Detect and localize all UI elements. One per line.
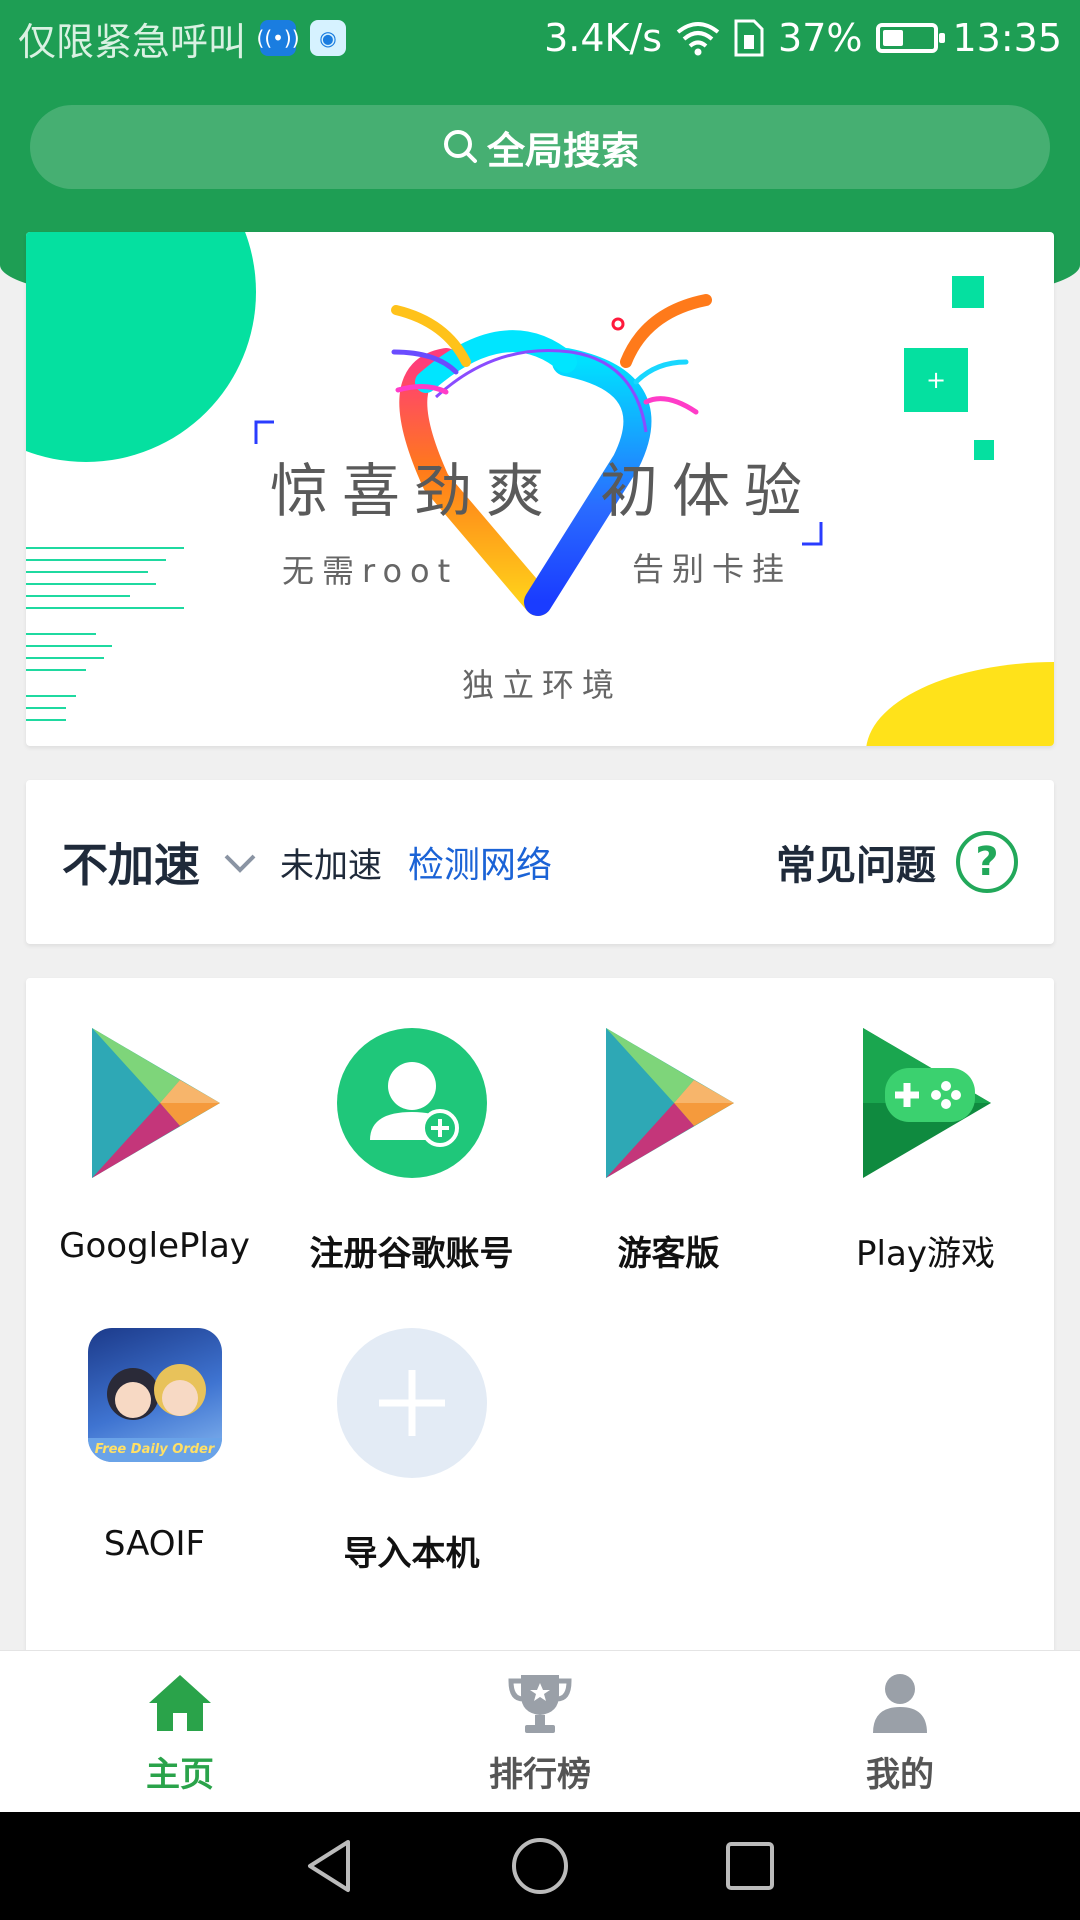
app-tile-saoif[interactable]: Free Daily Order SAOIF <box>26 1328 283 1564</box>
network-speed: 3.4K/s <box>544 16 663 60</box>
status-bar: 仅限紧急呼叫 ((•)) ◉ 3.4K/s 37% 13:35 <box>0 0 1080 76</box>
battery-percent: 37% <box>778 16 863 60</box>
app-label: 游客版 <box>617 1234 720 1274</box>
add-icon <box>336 1328 487 1478</box>
saoif-app-icon: Free Daily Order <box>87 1328 222 1462</box>
acceleration-mode-select[interactable]: 不加速 <box>62 829 200 895</box>
clock: 13:35 <box>952 16 1062 60</box>
app-tile-googleplay[interactable]: GooglePlay <box>26 1028 283 1266</box>
banner-subtitle-left: 无需root <box>282 552 459 590</box>
banner-subtitle-bottom: 独立环境 <box>462 666 623 704</box>
detect-network-link[interactable]: 检测网络 <box>408 836 552 888</box>
apps-grid: GooglePlay 注册谷歌账号 游客版 Play游戏 Free Daily … <box>26 978 1054 1678</box>
help-glyph: ? <box>975 839 999 885</box>
app-label: SAOIF <box>103 1524 206 1564</box>
bottom-navigation: 主页 排行榜 我的 <box>0 1650 1080 1812</box>
search-label: 全局搜索 <box>486 128 639 173</box>
app-notification-icon: ◉ <box>310 20 347 56</box>
home-circle-icon[interactable] <box>510 1836 570 1896</box>
chevron-down-icon[interactable] <box>220 842 260 882</box>
app-label: GooglePlay <box>59 1226 250 1266</box>
battery-icon <box>876 23 946 53</box>
nav-ranking[interactable]: 排行榜 <box>360 1651 720 1812</box>
nav-me[interactable]: 我的 <box>720 1651 1080 1812</box>
banner-title-right: 初体验 <box>600 457 817 525</box>
faq-link[interactable]: 常见问题 <box>776 833 936 891</box>
nav-label: 主页 <box>146 1755 214 1795</box>
hotspot-icon: ((•)) <box>257 20 300 56</box>
global-search-bar[interactable]: 全局搜索 <box>30 105 1050 189</box>
svg-text:+: + <box>926 366 946 394</box>
sim-icon <box>734 19 764 57</box>
app-label: 注册谷歌账号 <box>309 1234 514 1274</box>
add-account-icon <box>336 1028 487 1178</box>
app-label: Play游戏 <box>856 1234 995 1274</box>
back-icon[interactable] <box>300 1836 360 1896</box>
person-icon <box>873 1674 927 1733</box>
banner-subtitle-right: 告别卡挂 <box>632 550 793 588</box>
google-play-icon <box>80 1028 230 1178</box>
app-tile-register-google-account[interactable]: 注册谷歌账号 <box>283 1028 540 1275</box>
banner-title-left: 惊喜劲爽 <box>270 457 559 525</box>
play-games-icon <box>851 1028 1001 1178</box>
nav-home[interactable]: 主页 <box>0 1651 360 1812</box>
app-tile-import-local[interactable]: 导入本机 <box>283 1328 540 1575</box>
promo-banner[interactable]: + 惊喜劲爽 初体验 无需root 告别卡挂 独立环境 <box>26 232 1054 746</box>
saoif-icon-caption: Free Daily Order <box>94 1442 215 1457</box>
nav-label: 我的 <box>866 1755 934 1795</box>
help-icon[interactable]: ? <box>956 831 1018 893</box>
app-tile-play-games[interactable]: Play游戏 <box>797 1028 1054 1275</box>
acceleration-card: 不加速 未加速 检测网络 常见问题 ? <box>26 780 1054 944</box>
acceleration-status: 未加速 <box>280 845 382 886</box>
home-icon <box>149 1675 211 1731</box>
nav-label: 排行榜 <box>489 1755 591 1795</box>
carrier-text: 仅限紧急呼叫 <box>18 19 247 64</box>
app-tile-guest-version[interactable]: 游客版 <box>540 1028 797 1275</box>
app-label: 导入本机 <box>343 1534 480 1574</box>
wifi-icon <box>676 22 720 56</box>
google-play-icon <box>594 1028 744 1178</box>
trophy-icon <box>508 1675 572 1733</box>
system-navigation-bar <box>0 1812 1080 1920</box>
recents-icon[interactable] <box>720 1836 780 1896</box>
search-icon <box>443 130 477 163</box>
